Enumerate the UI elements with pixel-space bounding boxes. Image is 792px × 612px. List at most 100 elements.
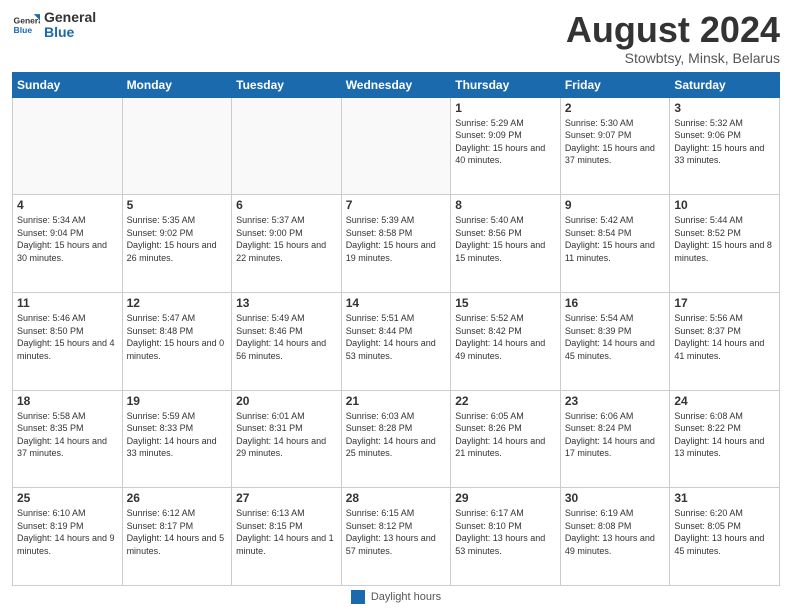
day-number: 7 (346, 198, 447, 212)
weekday-monday: Monday (122, 72, 232, 97)
calendar-cell: 6 Sunrise: 5:37 AM Sunset: 9:00 PM Daylig… (232, 195, 342, 293)
day-info: Sunrise: 5:44 AM Sunset: 8:52 PM Dayligh… (674, 214, 775, 264)
svg-text:General: General (14, 16, 40, 26)
calendar-cell (13, 97, 123, 195)
weekday-sunday: Sunday (13, 72, 123, 97)
weekday-thursday: Thursday (451, 72, 561, 97)
calendar-cell: 9Sunrise: 5:42 AM Sunset: 8:54 PM Daylig… (560, 195, 670, 293)
page: General Blue General Blue August 2024 St… (0, 0, 792, 612)
day-number: 1 (455, 101, 556, 115)
day-number: 9 (565, 198, 666, 212)
day-number: 8 (455, 198, 556, 212)
day-info: Sunrise: 6:10 AM Sunset: 8:19 PM Dayligh… (17, 507, 118, 557)
day-info: Sunrise: 6:13 AM Sunset: 8:15 PM Dayligh… (236, 507, 337, 557)
calendar-cell: 27 Sunrise: 6:13 AM Sunset: 8:15 PM Dayli… (232, 488, 342, 586)
calendar-cell (122, 97, 232, 195)
day-info: Sunrise: 5:40 AM Sunset: 8:56 PM Dayligh… (455, 214, 556, 264)
day-info: Sunrise: 5:54 AM Sunset: 8:39 PM Dayligh… (565, 312, 666, 362)
calendar-cell: 14 Sunrise: 5:51 AM Sunset: 8:44 PM Dayli… (341, 292, 451, 390)
day-info: Sunrise: 5:32 AM Sunset: 9:06 PM Dayligh… (674, 117, 775, 167)
calendar-cell: 2Sunrise: 5:30 AM Sunset: 9:07 PM Daylig… (560, 97, 670, 195)
day-number: 27 (236, 491, 337, 505)
day-info: Sunrise: 6:15 AM Sunset: 8:12 PM Dayligh… (346, 507, 447, 557)
day-info: Sunrise: 5:35 AM Sunset: 9:02 PM Dayligh… (127, 214, 228, 264)
calendar-table: SundayMondayTuesdayWednesdayThursdayFrid… (12, 72, 780, 586)
title-block: August 2024 Stowbtsy, Minsk, Belarus (566, 10, 780, 66)
day-number: 16 (565, 296, 666, 310)
calendar-cell: 25 Sunrise: 6:10 AM Sunset: 8:19 PM Dayli… (13, 488, 123, 586)
calendar-cell: 16 Sunrise: 5:54 AM Sunset: 8:39 PM Dayli… (560, 292, 670, 390)
calendar-cell: 11Sunrise: 5:46 AM Sunset: 8:50 PM Dayli… (13, 292, 123, 390)
calendar-cell: 30Sunrise: 6:19 AM Sunset: 8:08 PM Dayli… (560, 488, 670, 586)
month-title: August 2024 (566, 10, 780, 50)
day-number: 15 (455, 296, 556, 310)
day-info: Sunrise: 5:37 AM Sunset: 9:00 PM Dayligh… (236, 214, 337, 264)
day-number: 11 (17, 296, 118, 310)
day-info: Sunrise: 5:52 AM Sunset: 8:42 PM Dayligh… (455, 312, 556, 362)
day-number: 19 (127, 394, 228, 408)
weekday-friday: Friday (560, 72, 670, 97)
day-info: Sunrise: 6:08 AM Sunset: 8:22 PM Dayligh… (674, 410, 775, 460)
day-info: Sunrise: 5:39 AM Sunset: 8:58 PM Dayligh… (346, 214, 447, 264)
day-info: Sunrise: 5:56 AM Sunset: 8:37 PM Dayligh… (674, 312, 775, 362)
calendar-cell: 20 Sunrise: 6:01 AM Sunset: 8:31 PM Dayli… (232, 390, 342, 488)
day-number: 23 (565, 394, 666, 408)
day-number: 24 (674, 394, 775, 408)
calendar-cell (232, 97, 342, 195)
day-info: Sunrise: 5:29 AM Sunset: 9:09 PM Dayligh… (455, 117, 556, 167)
week-row-4: 18Sunrise: 5:58 AM Sunset: 8:35 PM Dayli… (13, 390, 780, 488)
calendar-cell: 5 Sunrise: 5:35 AM Sunset: 9:02 PM Daylig… (122, 195, 232, 293)
calendar-cell: 29Sunrise: 6:17 AM Sunset: 8:10 PM Dayli… (451, 488, 561, 586)
day-number: 2 (565, 101, 666, 115)
week-row-3: 11Sunrise: 5:46 AM Sunset: 8:50 PM Dayli… (13, 292, 780, 390)
calendar-cell: 18Sunrise: 5:58 AM Sunset: 8:35 PM Dayli… (13, 390, 123, 488)
weekday-header-row: SundayMondayTuesdayWednesdayThursdayFrid… (13, 72, 780, 97)
day-info: Sunrise: 5:51 AM Sunset: 8:44 PM Dayligh… (346, 312, 447, 362)
day-info: Sunrise: 6:03 AM Sunset: 8:28 PM Dayligh… (346, 410, 447, 460)
day-number: 26 (127, 491, 228, 505)
day-info: Sunrise: 5:58 AM Sunset: 8:35 PM Dayligh… (17, 410, 118, 460)
day-number: 29 (455, 491, 556, 505)
footer-label: Daylight hours (371, 591, 441, 603)
calendar-cell: 12 Sunrise: 5:47 AM Sunset: 8:48 PM Dayli… (122, 292, 232, 390)
logo: General Blue General Blue (12, 10, 96, 41)
day-number: 20 (236, 394, 337, 408)
day-number: 25 (17, 491, 118, 505)
weekday-saturday: Saturday (670, 72, 780, 97)
location-subtitle: Stowbtsy, Minsk, Belarus (566, 50, 780, 66)
weekday-tuesday: Tuesday (232, 72, 342, 97)
week-row-1: 1 Sunrise: 5:29 AM Sunset: 9:09 PM Daylig… (13, 97, 780, 195)
weekday-wednesday: Wednesday (341, 72, 451, 97)
day-info: Sunrise: 5:47 AM Sunset: 8:48 PM Dayligh… (127, 312, 228, 362)
day-info: Sunrise: 5:34 AM Sunset: 9:04 PM Dayligh… (17, 214, 118, 264)
calendar-cell (341, 97, 451, 195)
calendar-cell: 22 Sunrise: 6:05 AM Sunset: 8:26 PM Dayli… (451, 390, 561, 488)
calendar-cell: 31 Sunrise: 6:20 AM Sunset: 8:05 PM Dayli… (670, 488, 780, 586)
calendar-cell: 8 Sunrise: 5:40 AM Sunset: 8:56 PM Daylig… (451, 195, 561, 293)
day-number: 30 (565, 491, 666, 505)
day-info: Sunrise: 6:05 AM Sunset: 8:26 PM Dayligh… (455, 410, 556, 460)
logo-icon: General Blue (12, 11, 40, 39)
day-info: Sunrise: 6:01 AM Sunset: 8:31 PM Dayligh… (236, 410, 337, 460)
day-number: 21 (346, 394, 447, 408)
day-number: 4 (17, 198, 118, 212)
daylight-swatch (351, 590, 365, 604)
svg-text:Blue: Blue (14, 25, 33, 35)
day-number: 3 (674, 101, 775, 115)
day-number: 5 (127, 198, 228, 212)
day-number: 14 (346, 296, 447, 310)
calendar-cell: 21 Sunrise: 6:03 AM Sunset: 8:28 PM Dayli… (341, 390, 451, 488)
logo-blue: Blue (44, 24, 74, 40)
day-number: 12 (127, 296, 228, 310)
calendar-cell: 15 Sunrise: 5:52 AM Sunset: 8:42 PM Dayli… (451, 292, 561, 390)
day-info: Sunrise: 6:20 AM Sunset: 8:05 PM Dayligh… (674, 507, 775, 557)
day-info: Sunrise: 5:49 AM Sunset: 8:46 PM Dayligh… (236, 312, 337, 362)
header: General Blue General Blue August 2024 St… (12, 10, 780, 66)
day-number: 22 (455, 394, 556, 408)
calendar-cell: 24 Sunrise: 6:08 AM Sunset: 8:22 PM Dayli… (670, 390, 780, 488)
day-number: 13 (236, 296, 337, 310)
calendar-cell: 7 Sunrise: 5:39 AM Sunset: 8:58 PM Daylig… (341, 195, 451, 293)
day-number: 31 (674, 491, 775, 505)
calendar-cell: 1 Sunrise: 5:29 AM Sunset: 9:09 PM Daylig… (451, 97, 561, 195)
day-number: 6 (236, 198, 337, 212)
